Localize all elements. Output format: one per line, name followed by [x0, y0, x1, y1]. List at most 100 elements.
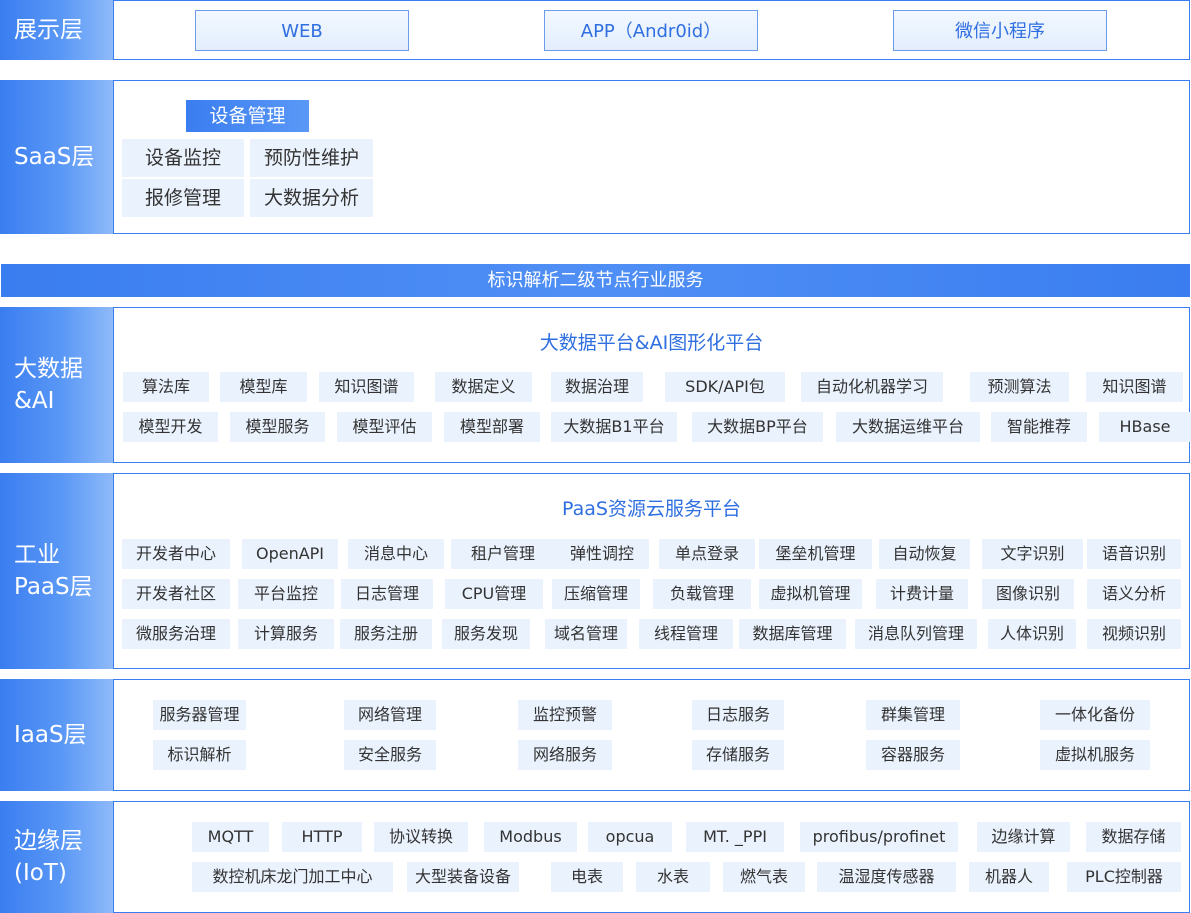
iaas-tag[interactable]: 服务器管理 [153, 700, 246, 730]
bigdata-platform-title: 大数据平台&AI图形化平台 [539, 332, 764, 354]
edge-tag[interactable]: 温湿度传感器 [817, 862, 956, 892]
paas-tag[interactable]: 单点登录 [659, 539, 755, 569]
iaas-tag[interactable]: 安全服务 [344, 740, 436, 770]
edge-tag[interactable]: MQTT [192, 822, 269, 852]
saas-item[interactable]: 报修管理 [122, 179, 244, 217]
paas-tag[interactable]: 人体识别 [988, 619, 1076, 649]
saas-header-tag[interactable]: 设备管理 [186, 100, 309, 132]
iaas-tag[interactable]: 标识解析 [153, 740, 246, 770]
iaas-tag[interactable]: 监控预警 [518, 700, 612, 730]
paas-tag[interactable]: 开发者社区 [122, 579, 230, 609]
edge-tag[interactable]: 数据存储 [1086, 822, 1181, 852]
edge-tag[interactable]: 协议转换 [374, 822, 468, 852]
edge-tag[interactable]: 数控机床龙门加工中心 [192, 862, 393, 892]
paas-tag[interactable]: 服务发现 [442, 619, 530, 649]
bigdata-panel: 大数据平台&AI图形化平台 算法库 模型库 知识图谱 数据定义 数据治理 SDK/API包… [113, 307, 1191, 463]
edge-tag[interactable]: 边缘计算 [977, 822, 1070, 852]
iaas-tag[interactable]: 容器服务 [866, 740, 960, 770]
iaas-tag[interactable]: 一体化备份 [1040, 700, 1150, 730]
paas-tag[interactable]: 消息中心 [348, 539, 444, 569]
iaas-tag[interactable]: 群集管理 [866, 700, 960, 730]
bigdata-tag[interactable]: 模型开发 [123, 412, 218, 442]
edge-tag[interactable]: 机器人 [969, 862, 1049, 892]
edge-tag[interactable]: 大型装备设备 [407, 862, 519, 892]
edge-tag[interactable]: MT. _PPI [686, 822, 784, 852]
paas-platform-title: PaaS资源云服务平台 [562, 498, 741, 520]
identifier-resolution-band: 标识解析二级节点行业服务 [1, 264, 1190, 297]
saas-layer-label: SaaS层 [0, 80, 113, 234]
paas-tag[interactable]: 线程管理 [639, 619, 733, 649]
bigdata-ai-layer: 大数据 &AI 大数据平台&AI图形化平台 算法库 模型库 知识图谱 数据定义 数据治理… [0, 307, 1191, 463]
bigdata-tag[interactable]: 大数据B1平台 [551, 412, 677, 442]
paas-tag[interactable]: 微服务治理 [122, 619, 230, 649]
saas-item[interactable]: 大数据分析 [250, 179, 373, 217]
paas-tag[interactable]: 压缩管理 [552, 579, 640, 609]
bigdata-tag[interactable]: 算法库 [123, 372, 209, 402]
bigdata-tag[interactable]: 智能推荐 [991, 412, 1087, 442]
bigdata-tag[interactable]: 知识图谱 [319, 372, 414, 402]
web-item[interactable]: WEB [195, 10, 409, 51]
bigdata-tag[interactable]: SDK/API包 [665, 372, 785, 402]
paas-tag[interactable]: OpenAPI [242, 539, 338, 569]
saas-layer: SaaS层 设备管理 设备监控 预防性维护 报修管理 大数据分析 [0, 80, 1191, 234]
paas-tag[interactable]: 租户管理 [451, 539, 555, 569]
edge-tag[interactable]: 燃气表 [723, 862, 805, 892]
edge-tag[interactable]: PLC控制器 [1067, 862, 1181, 892]
paas-layer-label: 工业 PaaS层 [0, 473, 113, 669]
bigdata-tag[interactable]: 自动化机器学习 [801, 372, 943, 402]
paas-tag[interactable]: 平台监控 [238, 579, 334, 609]
paas-tag[interactable]: 计算服务 [238, 619, 334, 649]
paas-tag[interactable]: 文字识别 [982, 539, 1083, 569]
bigdata-layer-label: 大数据 &AI [0, 307, 113, 463]
paas-tag[interactable]: 数据库管理 [739, 619, 846, 649]
edge-layer-label: 边缘层 (IoT) [0, 801, 113, 913]
bigdata-tag[interactable]: 模型部署 [444, 412, 540, 442]
presentation-layer-label: 展示层 [0, 0, 113, 60]
paas-tag[interactable]: 消息队列管理 [855, 619, 977, 649]
bigdata-tag[interactable]: HBase [1099, 412, 1191, 442]
bigdata-tag[interactable]: 数据定义 [435, 372, 532, 402]
paas-tag[interactable]: 负载管理 [653, 579, 751, 609]
saas-item[interactable]: 预防性维护 [250, 139, 373, 177]
app-android-item[interactable]: APP（Andr0id） [544, 10, 758, 51]
paas-tag[interactable]: 弹性调控 [555, 539, 649, 569]
paas-tag[interactable]: 图像识别 [982, 579, 1074, 609]
paas-tag[interactable]: 堡垒机管理 [759, 539, 872, 569]
edge-tag[interactable]: 电表 [551, 862, 623, 892]
bigdata-tag[interactable]: 数据治理 [551, 372, 643, 402]
paas-tag[interactable]: 计费计量 [876, 579, 968, 609]
edge-tag[interactable]: HTTP [282, 822, 362, 852]
iaas-layer-label: IaaS层 [0, 679, 113, 791]
paas-tag[interactable]: 开发者中心 [122, 539, 230, 569]
bigdata-tag[interactable]: 模型库 [220, 372, 307, 402]
paas-tag[interactable]: 域名管理 [545, 619, 627, 649]
paas-tag[interactable]: 日志管理 [341, 579, 433, 609]
edge-tag[interactable]: opcua [588, 822, 672, 852]
bigdata-tag[interactable]: 知识图谱 [1086, 372, 1183, 402]
saas-item[interactable]: 设备监控 [122, 139, 244, 177]
iaas-tag[interactable]: 存储服务 [692, 740, 784, 770]
paas-panel: PaaS资源云服务平台 开发者中心 OpenAPI 消息中心 租户管理 弹性调控 单点登录… [113, 473, 1190, 669]
iaas-tag[interactable]: 虚拟机服务 [1040, 740, 1150, 770]
paas-tag[interactable]: 服务注册 [340, 619, 432, 649]
iaas-tag[interactable]: 网络管理 [344, 700, 436, 730]
edge-tag[interactable]: Modbus [484, 822, 577, 852]
paas-tag[interactable]: 语音识别 [1087, 539, 1181, 569]
paas-tag[interactable]: 视频识别 [1087, 619, 1181, 649]
wechat-miniprogram-item[interactable]: 微信小程序 [893, 10, 1107, 51]
bigdata-tag[interactable]: 预测算法 [970, 372, 1069, 402]
iaas-tag[interactable]: 日志服务 [692, 700, 784, 730]
paas-tag[interactable]: CPU管理 [445, 579, 543, 609]
paas-tag[interactable]: 自动恢复 [879, 539, 970, 569]
saas-panel: 设备管理 设备监控 预防性维护 报修管理 大数据分析 [113, 80, 1190, 234]
paas-tag[interactable]: 语义分析 [1087, 579, 1181, 609]
bigdata-tag[interactable]: 模型服务 [230, 412, 325, 442]
edge-tag[interactable]: 水表 [636, 862, 710, 892]
bigdata-tag[interactable]: 大数据BP平台 [692, 412, 823, 442]
bigdata-tag[interactable]: 模型评估 [337, 412, 432, 442]
paas-layer: 工业 PaaS层 PaaS资源云服务平台 开发者中心 OpenAPI 消息中心 租户管… [0, 473, 1191, 669]
bigdata-tag[interactable]: 大数据运维平台 [836, 412, 980, 442]
edge-tag[interactable]: profibus/profinet [800, 822, 958, 852]
iaas-tag[interactable]: 网络服务 [518, 740, 612, 770]
paas-tag[interactable]: 虚拟机管理 [759, 579, 862, 609]
